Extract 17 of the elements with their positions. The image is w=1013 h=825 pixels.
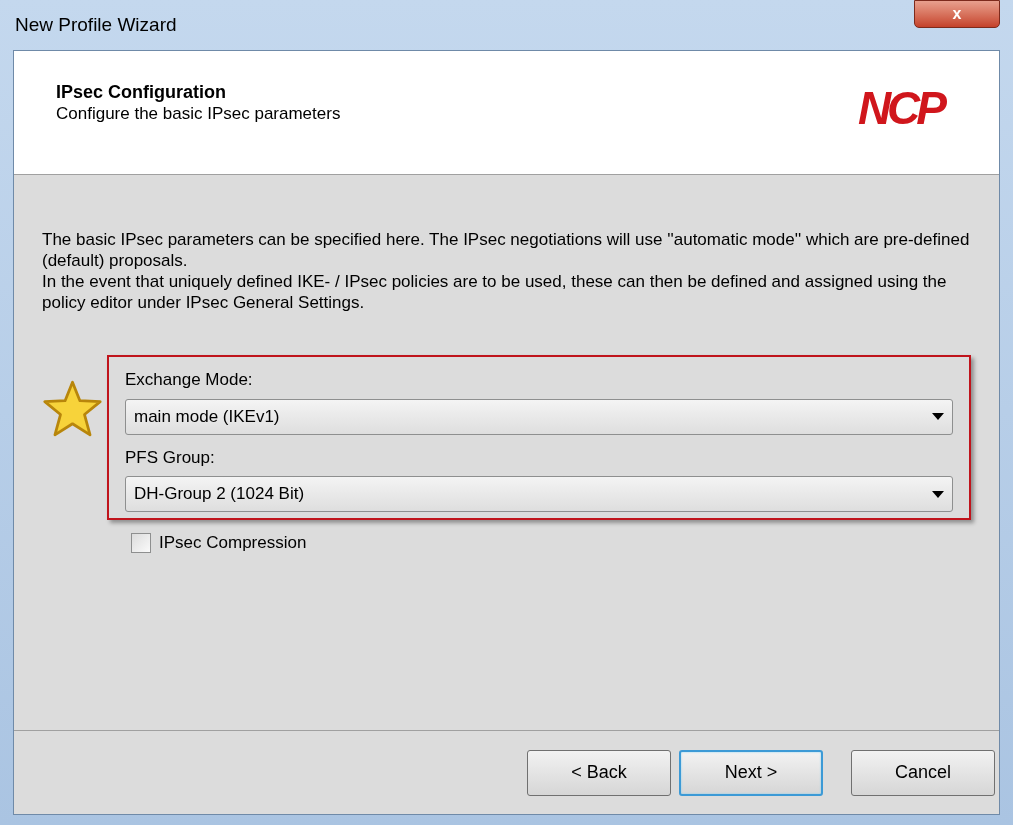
description-text: The basic IPsec parameters can be specified here. The IPsec negotiations will use ''automatic mode'' which are pre-defined (default) proposals. <box>42 229 971 271</box>
window-title: New Profile Wizard <box>14 12 177 37</box>
checkbox-label: IPsec Compression <box>159 532 307 554</box>
dropdown[interactable]: main mode (IKEv1) <box>125 398 953 435</box>
page-title: IPsec Configuration <box>56 81 227 103</box>
dropdown-arrow-icon <box>932 413 944 420</box>
checkbox[interactable] <box>131 532 151 553</box>
field-label: PFS Group: <box>125 446 216 469</box>
logo: NCP <box>857 81 945 131</box>
page-subtitle: Configure the basic IPsec parameters <box>56 103 341 125</box>
dropdown[interactable]: DH-Group 2 (1024 Bit) <box>125 476 953 512</box>
dialog-button[interactable]: Next > <box>679 749 823 796</box>
description-text: In the event that uniquely defined IKE- / IPsec policies are to be used, these can then be defined and assigned using the policy editor under IPsec General Settings. <box>42 271 948 313</box>
dialog-button[interactable]: Cancel <box>851 749 995 796</box>
dialog-button[interactable]: < Back <box>527 749 671 796</box>
dropdown-arrow-icon <box>932 490 944 498</box>
field-label: Exchange Mode: <box>125 369 254 391</box>
